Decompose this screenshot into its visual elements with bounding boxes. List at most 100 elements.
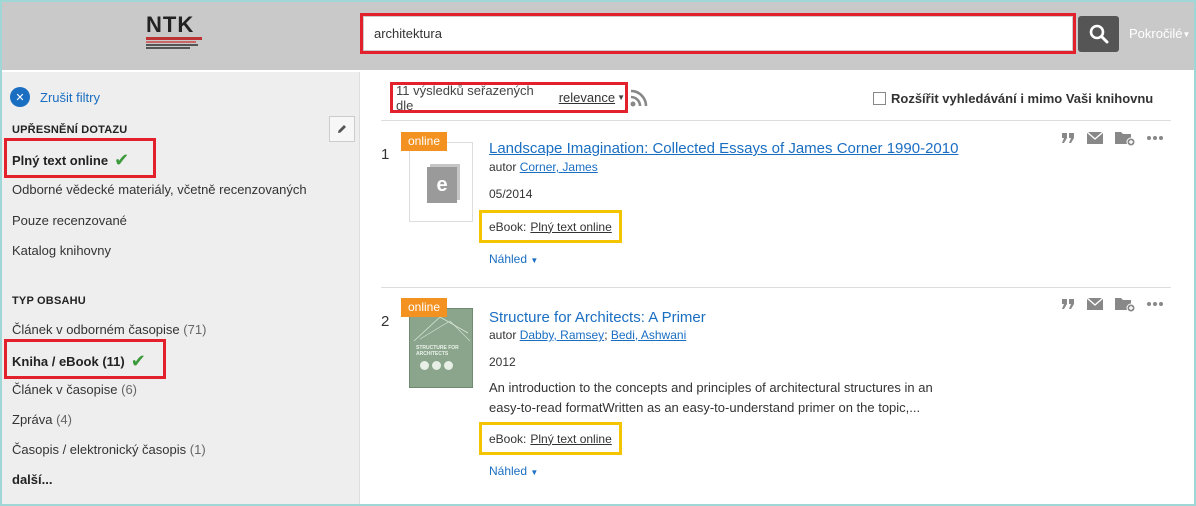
- fulltext-highlight: eBook: Plný text online: [479, 422, 622, 455]
- result-title-link[interactable]: Landscape Imagination: Collected Essays …: [489, 140, 958, 157]
- ebook-icon: e: [427, 167, 457, 203]
- search-icon: [1089, 24, 1108, 44]
- fulltext-online-link[interactable]: Plný text online: [530, 432, 611, 446]
- filter-report[interactable]: Zpráva (4): [12, 412, 72, 427]
- filter-fulltext-online[interactable]: Plný text online ✔: [12, 150, 129, 171]
- cite-icon[interactable]: [1061, 298, 1075, 310]
- format-label: eBook:: [489, 219, 527, 234]
- format-label: eBook:: [489, 431, 527, 446]
- fulltext-highlight: eBook: Plný text online: [479, 210, 622, 243]
- result-number: 1: [381, 146, 390, 163]
- result-authors: autor Dabby, Ramsey; Bedi, Ashwani: [489, 328, 687, 342]
- add-to-folder-icon[interactable]: [1115, 296, 1135, 312]
- fulltext-online-link[interactable]: Plný text online: [530, 220, 611, 234]
- filter-sidebar: ✕ Zrušit filtry UPŘESNĚNÍ DOTAZU Plný te…: [2, 72, 360, 504]
- advanced-search-link[interactable]: Pokročilé▼: [1129, 26, 1190, 41]
- refine-section-title: UPŘESNĚNÍ DOTAZU: [12, 124, 128, 136]
- filter-journal-ejournal[interactable]: Časopis / elektronický časopis (1): [12, 442, 206, 457]
- search-box-highlight: [360, 13, 1076, 54]
- filter-label: Kniha / eBook: [12, 354, 99, 369]
- advanced-label: Pokročilé: [1129, 26, 1183, 41]
- ebook-placeholder: e: [409, 142, 473, 222]
- header-bar: NTK Pokročilé▼: [2, 2, 1194, 70]
- clear-filters-button[interactable]: ✕ Zrušit filtry: [10, 87, 100, 107]
- result-authors: autor Corner, James: [489, 160, 598, 174]
- add-to-folder-icon[interactable]: [1115, 130, 1135, 146]
- filter-label: Zpráva: [12, 412, 53, 427]
- preview-toggle[interactable]: Náhled ▼: [489, 252, 538, 266]
- filter-magazine-article[interactable]: Článek v časopise (6): [12, 382, 137, 397]
- divider: [381, 120, 1171, 121]
- rss-icon[interactable]: [629, 88, 649, 108]
- checkmark-icon: ✔: [114, 150, 130, 170]
- extend-search-label: Rozšířit vyhledávání i mimo Vaši knihovn…: [891, 91, 1154, 106]
- result-thumbnail[interactable]: online STRUCTURE FOR ARCHITECTS: [401, 298, 473, 388]
- filter-label: Odborné vědecké materiály, včetně recenz…: [12, 182, 307, 197]
- author-link[interactable]: Bedi, Ashwani: [611, 328, 686, 342]
- content-type-section-title: TYP OBSAHU: [12, 295, 86, 307]
- sort-highlight: 11 výsledků seřazených dle relevance ▼: [390, 82, 628, 113]
- sort-relevance-dropdown[interactable]: relevance: [559, 90, 615, 105]
- more-filters-link[interactable]: další...: [12, 472, 52, 487]
- pencil-icon: [338, 125, 346, 133]
- filter-library-catalog[interactable]: Katalog knihovny: [12, 243, 111, 258]
- filter-label: Časopis / elektronický časopis: [12, 442, 187, 457]
- author-link[interactable]: Corner, James: [520, 160, 598, 174]
- filter-label: Článek v časopise: [12, 382, 118, 397]
- preview-label: Náhled: [489, 464, 528, 478]
- author-prefix: autor: [489, 160, 517, 174]
- extend-search-toggle[interactable]: Rozšířit vyhledávání i mimo Vaši knihovn…: [873, 91, 1153, 106]
- cite-icon[interactable]: [1061, 132, 1075, 144]
- author-prefix: autor: [489, 328, 517, 342]
- filter-count: (11): [102, 354, 125, 369]
- filter-peer-reviewed[interactable]: Pouze recenzované: [12, 213, 127, 228]
- result-thumbnail[interactable]: online e: [401, 132, 473, 222]
- preview-toggle[interactable]: Náhled ▼: [489, 464, 538, 478]
- checkmark-icon: ✔: [130, 351, 146, 371]
- author-link[interactable]: Dabby, Ramsey: [520, 328, 604, 342]
- book-cover: STRUCTURE FOR ARCHITECTS: [409, 308, 473, 388]
- result-actions: [1061, 130, 1175, 146]
- description-line: An introduction to the concepts and prin…: [489, 380, 933, 395]
- email-icon[interactable]: [1087, 132, 1103, 144]
- filter-scholarly[interactable]: Odborné vědecké materiály, včetně recenz…: [12, 182, 307, 197]
- filter-label: Katalog knihovny: [12, 243, 112, 258]
- preview-label: Náhled: [489, 252, 528, 266]
- ntk-logo[interactable]: NTK: [146, 14, 226, 54]
- result-description: An introduction to the concepts and prin…: [489, 378, 949, 418]
- result-actions: [1061, 296, 1175, 312]
- chevron-down-icon: ▼: [617, 93, 625, 102]
- filter-count: (6): [121, 382, 138, 397]
- online-badge: online: [401, 298, 448, 317]
- result-date: 05/2014: [489, 187, 533, 201]
- filter-book-ebook[interactable]: Kniha / eBook (11) ✔: [12, 351, 146, 372]
- cover-title: STRUCTURE FOR ARCHITECTS: [416, 345, 459, 357]
- more-options-icon[interactable]: [1147, 302, 1163, 306]
- email-icon[interactable]: [1087, 298, 1103, 310]
- edit-filters-button[interactable]: [329, 116, 355, 142]
- filter-label: Plný text online: [12, 153, 109, 168]
- close-icon: ✕: [10, 87, 30, 107]
- filter-count: (1): [189, 442, 206, 457]
- chevron-down-icon: ▼: [530, 256, 539, 265]
- filter-journal-article[interactable]: Článek v odborném časopise (71): [12, 322, 206, 337]
- results-count-text: 11 výsledků seřazených dle: [396, 82, 534, 113]
- divider: [381, 287, 1171, 288]
- logo-text: NTK: [146, 12, 195, 37]
- results-area: 11 výsledků seřazených dle relevance ▼ Ro…: [361, 72, 1194, 504]
- clear-filters-label: Zrušit filtry: [40, 89, 100, 105]
- online-badge: online: [401, 132, 448, 151]
- more-options-icon[interactable]: [1147, 136, 1163, 140]
- extend-search-checkbox[interactable]: [873, 92, 886, 105]
- chevron-down-icon: ▼: [1182, 30, 1191, 40]
- result-number: 2: [381, 313, 390, 330]
- result-date: 2012: [489, 355, 516, 369]
- filter-label: Článek v odborném časopise: [12, 322, 180, 337]
- result-title-link[interactable]: Structure for Architects: A Primer: [489, 309, 706, 326]
- filter-label: Pouze recenzované: [12, 213, 127, 228]
- filter-count: (71): [183, 322, 207, 337]
- filter-count: (4): [56, 412, 72, 427]
- chevron-down-icon: ▼: [530, 468, 539, 477]
- search-input[interactable]: [363, 16, 1073, 51]
- search-button[interactable]: [1078, 16, 1119, 52]
